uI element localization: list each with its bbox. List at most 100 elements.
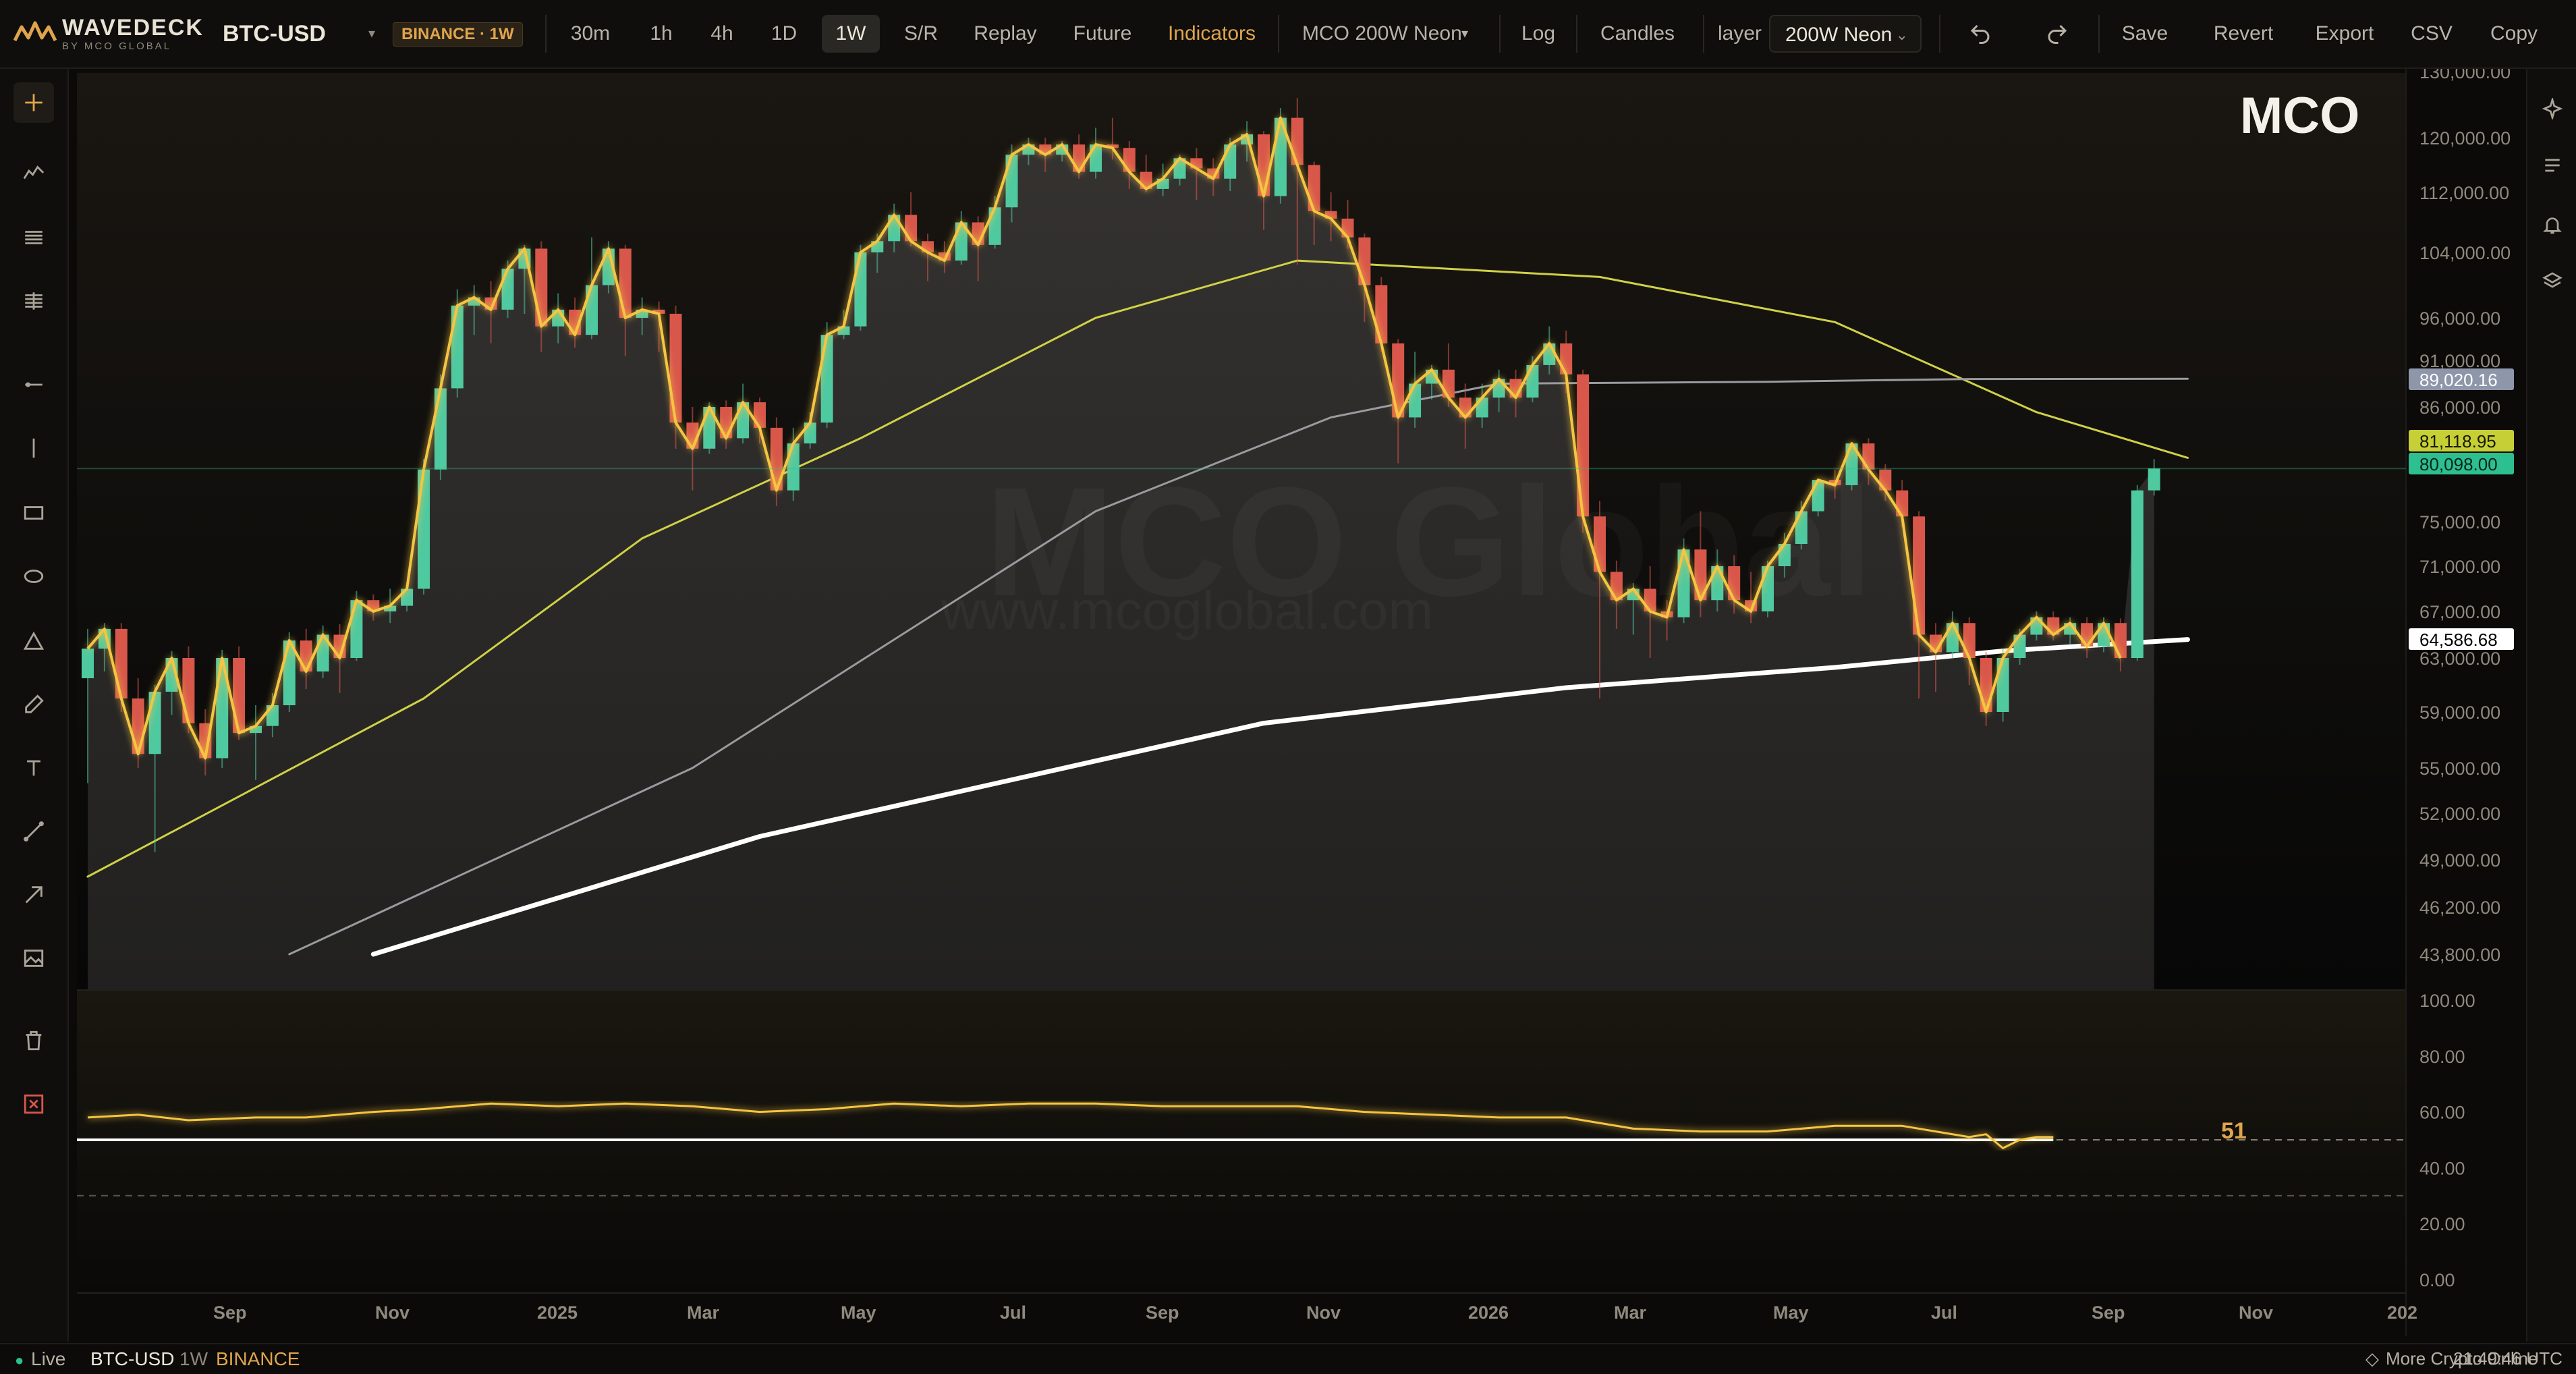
- indicators-button[interactable]: Indicators: [1156, 15, 1267, 53]
- csv-button[interactable]: CSV: [2402, 15, 2461, 53]
- candle-body: [1291, 117, 1304, 165]
- price-axis-label: 63,000.00: [2419, 649, 2500, 669]
- rsi-axis-label: 100.00: [2419, 991, 2475, 1011]
- trash-icon: [26, 1030, 42, 1051]
- fib-tool[interactable]: [13, 281, 54, 321]
- candle-body: [1375, 285, 1388, 344]
- timeframe-1d[interactable]: 1D: [757, 15, 811, 53]
- candle-body: [586, 285, 598, 335]
- layer-select[interactable]: 200W Neon ⌄: [1769, 15, 1922, 53]
- fib-icon: [25, 292, 43, 310]
- watchlist-button[interactable]: [2536, 148, 2569, 182]
- candle-body: [1308, 165, 1320, 211]
- image-tool[interactable]: [13, 938, 54, 979]
- indicator-select-chevron-icon[interactable]: ▾: [1461, 0, 1468, 67]
- replay-button[interactable]: Replay: [962, 15, 1048, 53]
- brush-icon: [25, 694, 44, 713]
- time-axis-label: Nov: [2239, 1302, 2273, 1323]
- rectangle-tool[interactable]: [13, 493, 54, 533]
- top-toolbar: WAVEDECK BY MCO GLOBAL BTC-USD ▾ BINANCE…: [0, 0, 2576, 69]
- symbol-selector[interactable]: BTC-USD: [223, 0, 326, 67]
- ai-assistant-button[interactable]: [2536, 92, 2569, 126]
- watermark-url: www.mcoglobal.com: [941, 580, 1433, 640]
- candle-body: [1560, 343, 1573, 375]
- price-tag-label: 89,020.16: [2419, 370, 2498, 390]
- candle-body: [1795, 511, 1808, 544]
- price-tag: 89,020.16: [2409, 368, 2514, 390]
- live-status: Live: [31, 1348, 66, 1369]
- time-axis-label: Nov: [1306, 1302, 1341, 1323]
- triangle-tool[interactable]: [13, 621, 54, 661]
- remove-all-button[interactable]: [13, 1084, 54, 1124]
- export-button[interactable]: Export: [2305, 15, 2384, 53]
- candle-body: [1879, 469, 1892, 491]
- timeframe-30m[interactable]: 30m: [561, 15, 619, 53]
- candle-body: [888, 215, 901, 242]
- save-button[interactable]: Save: [2112, 15, 2178, 53]
- candles-button[interactable]: Candles: [1588, 15, 1687, 53]
- indicator-select[interactable]: MCO 200W Neon: [1302, 0, 1462, 67]
- timeframe-4h[interactable]: 4h: [695, 15, 749, 53]
- rsi-current-value: 51: [2221, 1118, 2247, 1144]
- layer-label: layer: [1718, 22, 1762, 45]
- status-interval: 1W: [179, 1348, 208, 1369]
- candle-body: [619, 248, 632, 318]
- brush-tool[interactable]: [13, 684, 54, 725]
- price-axis-label: 59,000.00: [2419, 703, 2500, 723]
- drawing-toolbar: [0, 69, 69, 1342]
- crosshair-tool[interactable]: [13, 82, 54, 123]
- bell-icon: [2543, 217, 2562, 234]
- time-axis-label: May: [841, 1302, 876, 1323]
- triangle-icon: [23, 631, 45, 650]
- candle-body: [1526, 364, 1539, 398]
- undo-button[interactable]: [1957, 15, 2004, 53]
- timeframe-1w[interactable]: 1W: [822, 15, 880, 53]
- trendline-tool[interactable]: [13, 811, 54, 852]
- vertical-line-tool[interactable]: [13, 428, 54, 468]
- time-axis-label: Sep: [1146, 1302, 1179, 1323]
- image-icon: [24, 950, 44, 967]
- timeframe-1h[interactable]: 1h: [634, 15, 688, 53]
- candle-body: [1442, 369, 1455, 398]
- candle-body: [1963, 623, 1976, 658]
- price-axis-label: 46,200.00: [2419, 898, 2500, 918]
- layers-button[interactable]: [2536, 265, 2569, 298]
- log-button[interactable]: Log: [1511, 15, 1565, 53]
- exchange-badge: BINANCE · 1W: [393, 22, 523, 47]
- price-axis-label: 52,000.00: [2419, 804, 2500, 824]
- delete-drawings-button[interactable]: [13, 1020, 54, 1061]
- chart-area[interactable]: MCO Global www.mcoglobal.com MCO 130,000…: [74, 62, 2523, 1336]
- future-button[interactable]: Future: [1059, 15, 1146, 53]
- time-axis-label: 2025: [537, 1302, 578, 1323]
- candle-body: [669, 313, 682, 423]
- trendline-icon: [24, 821, 44, 842]
- sr-button[interactable]: S/R: [891, 15, 951, 53]
- time-axis-label: Mar: [687, 1302, 720, 1323]
- alerts-button[interactable]: [2536, 208, 2569, 242]
- arrow-tool[interactable]: [13, 875, 54, 915]
- price-axis-label: 112,000.00: [2419, 183, 2509, 203]
- horizontal-lines-tool[interactable]: [13, 217, 54, 258]
- horizontal-lines-icon: [25, 231, 43, 244]
- candle-body: [501, 269, 514, 310]
- symbol-dropdown-icon[interactable]: ▾: [368, 0, 375, 67]
- price-chart[interactable]: MCO Global www.mcoglobal.com MCO 130,000…: [74, 62, 2523, 1336]
- candle-body: [115, 628, 128, 698]
- status-symbol: BTC-USD: [90, 1348, 175, 1369]
- revert-button[interactable]: Revert: [2204, 15, 2283, 53]
- polyline-tool[interactable]: [13, 153, 54, 193]
- price-axis-label: 130,000.00: [2419, 69, 2511, 82]
- ellipse-tool[interactable]: [13, 556, 54, 597]
- text-tool[interactable]: [13, 748, 54, 788]
- candle: [2131, 485, 2144, 661]
- price-tag-label: 81,118.95: [2419, 431, 2496, 451]
- candle-body: [1980, 658, 1992, 712]
- redo-button[interactable]: [2034, 15, 2081, 53]
- candle-body: [182, 658, 195, 723]
- candle-body: [1862, 443, 1875, 470]
- copy-button[interactable]: Copy: [2479, 15, 2549, 53]
- candle-body: [300, 640, 312, 671]
- candle-body: [905, 215, 918, 242]
- time-axis-label: May: [1773, 1302, 1809, 1323]
- ray-tool[interactable]: [13, 364, 54, 405]
